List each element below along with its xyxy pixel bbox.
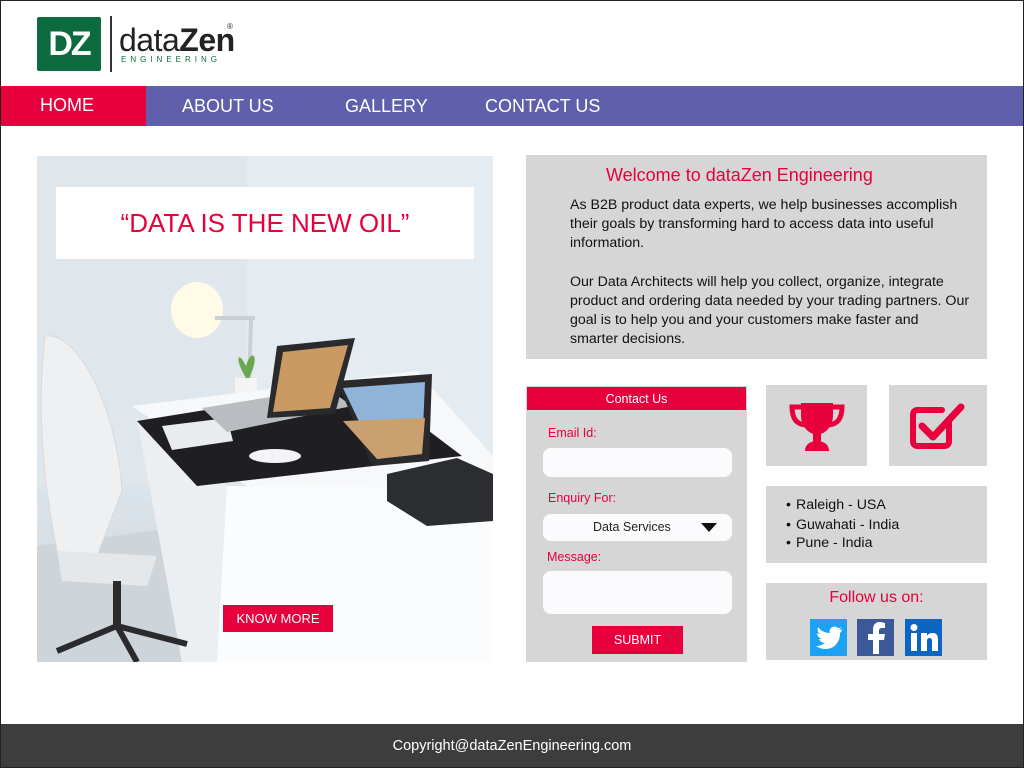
- message-label: Message:: [547, 550, 602, 564]
- logo-wordmark[interactable]: dataZen: [119, 22, 235, 59]
- facebook-icon: [867, 621, 885, 654]
- nav-contact-us[interactable]: CONTACT US: [485, 86, 600, 126]
- welcome-panel: Welcome to dataZen Engineering As B2B pr…: [526, 155, 987, 359]
- nav-gallery[interactable]: GALLERY: [345, 86, 428, 126]
- logo-tagline: ENGINEERING: [121, 55, 222, 64]
- dropdown-arrow-icon[interactable]: [701, 523, 717, 532]
- enquiry-label: Enquiry For:: [548, 491, 617, 505]
- location-item: Raleigh - USA: [786, 497, 886, 513]
- trophy-tile: [766, 385, 867, 466]
- email-field[interactable]: [543, 448, 732, 477]
- welcome-title: Welcome to dataZen Engineering: [606, 165, 873, 185]
- message-field[interactable]: [543, 571, 732, 614]
- copyright-text: Copyright@dataZenEngineering.com: [392, 737, 632, 754]
- location-item: Guwahati - India: [786, 517, 899, 533]
- logo-mark[interactable]: DZ: [37, 17, 101, 71]
- trophy-icon: [788, 402, 845, 451]
- checkbox-tile: [889, 385, 987, 466]
- submit-button[interactable]: SUBMIT: [592, 626, 683, 654]
- email-label: Email Id:: [548, 426, 597, 440]
- twitter-link[interactable]: [810, 619, 847, 656]
- twitter-icon: [815, 626, 842, 649]
- facebook-link[interactable]: [857, 619, 894, 656]
- welcome-paragraph-2: Our Data Architects will help you collec…: [570, 274, 970, 347]
- follow-title: Follow us on:: [829, 589, 924, 606]
- logo-initials: DZ: [48, 24, 91, 63]
- enquiry-select[interactable]: Data Services: [543, 514, 732, 541]
- main-nav: HOME ABOUT US GALLERY CONTACT US: [1, 86, 1023, 126]
- hero-image: “DATA IS THE NEW OIL” KNOW MORE: [37, 156, 493, 662]
- location-item: Pune - India: [786, 535, 873, 551]
- linkedin-link[interactable]: [905, 619, 942, 656]
- contact-form: Contact Us Email Id: Enquiry For: Data S…: [526, 386, 747, 662]
- linkedin-icon: [910, 623, 938, 651]
- know-more-button[interactable]: KNOW MORE: [223, 605, 333, 632]
- nav-home[interactable]: HOME: [1, 86, 146, 126]
- enquiry-selected-value: Data Services: [593, 520, 671, 534]
- contact-form-header: Contact Us: [527, 387, 746, 410]
- logo-name-light: data: [119, 22, 180, 58]
- registered-mark: ®: [227, 22, 233, 31]
- footer: Copyright@dataZenEngineering.com: [1, 724, 1023, 767]
- hero-quote: “DATA IS THE NEW OIL”: [56, 187, 474, 259]
- checkbox-checked-icon: [910, 403, 965, 449]
- locations-list: Raleigh - USA Guwahati - India Pune - In…: [766, 486, 987, 563]
- welcome-paragraph-1: As B2B product data experts, we help bus…: [570, 197, 958, 251]
- logo-divider: [110, 16, 112, 72]
- follow-panel: Follow us on:: [766, 583, 987, 660]
- nav-about-us[interactable]: ABOUT US: [182, 86, 274, 126]
